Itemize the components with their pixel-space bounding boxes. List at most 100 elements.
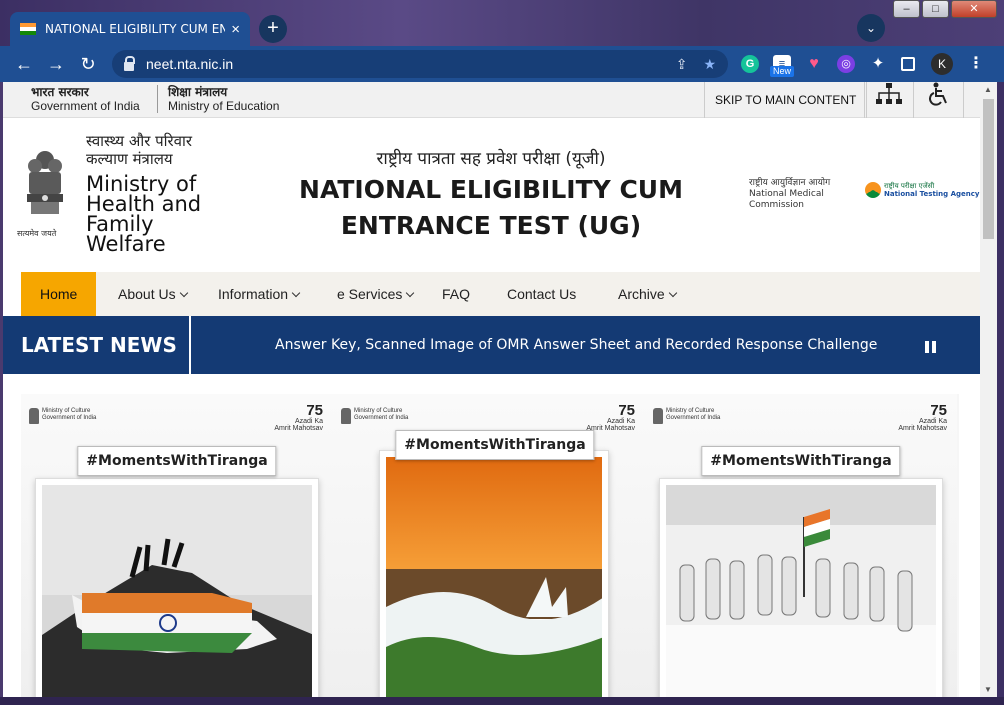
gov-hi-label: भारत सरकार [31,85,89,99]
nmc-logo[interactable]: राष्ट्रीय आयुर्विज्ञान आयोग National Med… [749,178,830,211]
chevron-down-icon [668,288,677,298]
nmc-en-line-2: Commission [749,200,804,210]
nav-information-label: Information [218,286,289,302]
web-page: भारत सरकार Government of India शिक्षा मं… [3,82,980,697]
moc-line-1: Ministry of Culture [354,408,403,414]
browser-tab-bar: NATIONAL ELIGIBILITY CUM ENT × + ⌄ – □ ✕ [0,0,1004,46]
nta-logo[interactable]: राष्ट्रीय परीक्षा एजेंसी National Testin… [865,182,980,198]
window-controls: – □ ✕ [893,0,999,18]
chevron-down-icon [406,288,415,298]
side-panel-icon[interactable] [901,57,915,71]
nav-about-us[interactable]: About Us [118,272,188,316]
heart-extension-icon[interactable]: ♥ [805,55,823,73]
new-badge: New [770,66,795,77]
moe-en-label: Ministry of Education [168,99,280,113]
forward-arrow-icon[interactable]: → [43,51,69,77]
nav-about-us-label: About Us [118,286,176,302]
aka-line-2: Ka [626,418,635,425]
browser-menu-icon[interactable]: ⋮ [967,55,985,73]
ministry-of-culture-logo: Ministry of Culture Government of India [29,408,96,424]
scroll-up-arrow-icon[interactable]: ▲ [984,85,992,94]
news-ticker-link[interactable]: Answer Key, Scanned Image of OMR Answer … [275,316,877,374]
nav-contact-us[interactable]: Contact Us [507,272,576,316]
lock-icon[interactable] [124,55,135,71]
news-divider [189,316,191,374]
hashtag-label: #MomentsWithTiranga [701,446,901,476]
chevron-down-icon [291,288,301,298]
ministry-name-english[interactable]: Ministry of Health and Family Welfare [86,172,202,255]
maximize-button[interactable]: □ [922,0,949,18]
scroll-down-arrow-icon[interactable]: ▼ [984,685,992,694]
profile-avatar[interactable]: K [931,53,953,75]
hashtag-label: #MomentsWithTiranga [395,430,595,460]
photo-frame [659,478,943,697]
nav-information[interactable]: Information [218,272,301,316]
banner-carousel: Ministry of Culture Government of India 7… [21,394,959,697]
ministry-en-line-3: Family [86,212,154,236]
page-title: NATIONAL ELIGIBILITY CUM ENTRANCE TEST (… [271,172,711,244]
main-navigation: Home About Us Information e Services FAQ… [21,272,980,316]
browser-tab[interactable]: NATIONAL ELIGIBILITY CUM ENT × [10,12,250,46]
extensions-puzzle-icon[interactable]: ✦ [869,55,887,73]
government-strip: भारत सरकार Government of India शिक्षा मं… [3,82,980,118]
ministry-hi-line-2: कल्याण मंत्रालय [86,150,173,168]
url-text[interactable]: neet.nta.nic.in [146,56,660,72]
nav-contact-us-label: Contact Us [507,286,577,302]
latest-news-label: LATEST NEWS [21,333,177,357]
emblem-icon [653,408,663,424]
government-of-india-link[interactable]: भारत सरकार Government of India [31,85,140,113]
back-arrow-icon[interactable]: ← [11,51,37,77]
banner-panel: Ministry of Culture Government of India 7… [333,394,645,697]
emblem-icon [29,408,39,424]
banner-panel: Ministry of Culture Government of India 7… [21,394,333,697]
ministry-of-culture-logo: Ministry of Culture Government of India [653,408,720,424]
window-close-button[interactable]: ✕ [951,0,997,18]
page-scrollbar[interactable]: ▲ ▼ [980,82,997,697]
nav-archive[interactable]: Archive [618,272,677,316]
hashtag-label: #MomentsWithTiranga [77,446,277,476]
ministry-en-line-1: Ministry of [86,172,197,196]
nav-home[interactable]: Home [21,272,97,316]
nmc-en-line-1: National Medical [749,189,824,199]
azadi-ka-amrit-mahotsav-logo: 75 Azadi Ka Amrit Mahotsav [274,403,323,432]
moc-line-1: Ministry of Culture [666,408,715,414]
aka-line-2: Ka [938,418,947,425]
pause-icon[interactable] [925,341,937,353]
aka-line-1: Azadi [294,418,313,425]
chevron-down-icon [179,288,188,298]
skip-to-main-content-link[interactable]: SKIP TO MAIN CONTENT [704,82,868,118]
moc-line-1: Ministry of Culture [42,408,91,414]
tab-close-icon[interactable]: × [231,21,240,38]
nta-tick-icon [865,182,881,198]
scrollbar-thumb[interactable] [983,99,994,239]
tab-search-button[interactable]: ⌄ [857,14,885,42]
grammarly-extension-icon[interactable]: G [741,55,759,73]
photo-frame [379,450,609,697]
azadi-ka-amrit-mahotsav-logo: 75 Azadi Ka Amrit Mahotsav [898,403,947,432]
minimize-button[interactable]: – [893,0,920,18]
page-title-hindi: राष्ट्रीय पात्रता सह प्रवेश परीक्षा (यूज… [376,149,606,169]
site-header: सत्यमेव जयते स्वास्थ्य और परिवार कल्याण … [3,118,980,272]
new-tab-button[interactable]: + [259,15,287,43]
circle-extension-icon[interactable]: ◎ [837,55,855,73]
nav-e-services[interactable]: e Services [337,272,415,316]
ministry-of-culture-logo: Ministry of Culture Government of India [341,408,408,424]
browser-toolbar: ← → ↻ neet.nta.nic.in ⇪ ★ G ≡ ♥ ◎ ✦ ⋮ [0,46,1004,82]
accessibility-icon[interactable] [914,82,964,118]
bookmark-star-icon[interactable]: ★ [703,56,716,73]
nav-home-label: Home [40,286,78,302]
nav-faq[interactable]: FAQ [442,272,470,316]
tab-title: NATIONAL ELIGIBILITY CUM ENT [45,22,226,36]
ministry-en-line-2: Health and [86,192,202,216]
gov-en-label: Government of India [31,99,140,113]
ministry-of-education-link[interactable]: शिक्षा मंत्रालय Ministry of Education [157,85,279,113]
latest-news-bar: LATEST NEWS Answer Key, Scanned Image of… [3,316,980,374]
address-bar[interactable]: neet.nta.nic.in ⇪ ★ [112,50,728,78]
nav-archive-label: Archive [618,286,665,302]
page-title-line-2: ENTRANCE TEST (UG) [340,211,642,240]
sitemap-icon[interactable] [864,82,914,118]
sunset-beach-photo [386,457,602,697]
azadi-ka-amrit-mahotsav-logo: 75 Azadi Ka Amrit Mahotsav [586,403,635,432]
reload-icon[interactable]: ↻ [75,51,101,77]
share-icon[interactable]: ⇪ [676,56,688,73]
